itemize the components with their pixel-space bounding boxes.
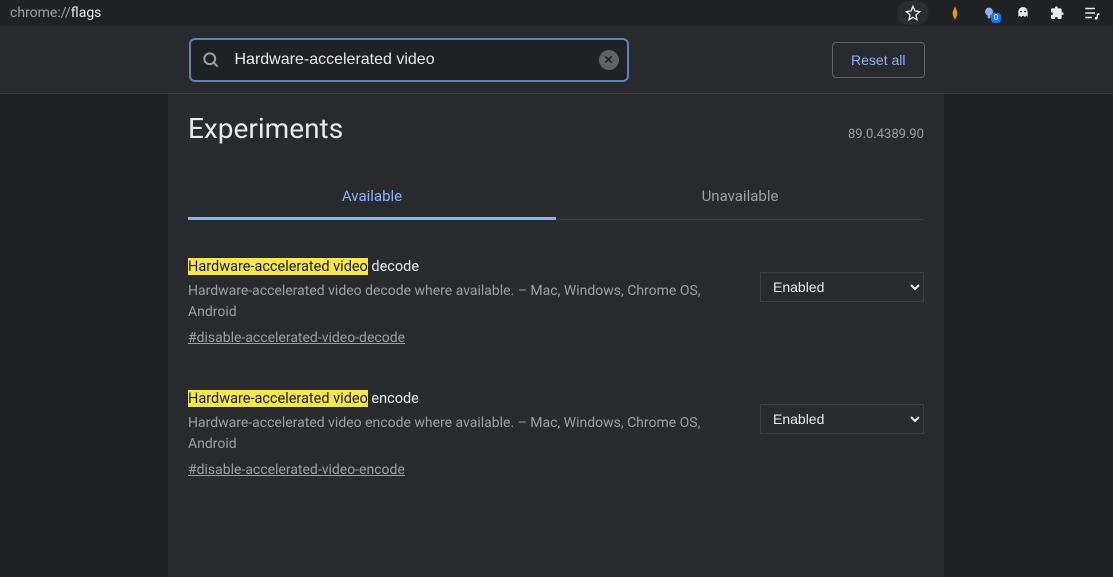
highlight-match: Hardware-accelerated video bbox=[188, 258, 368, 275]
extensions-puzzle-icon[interactable] bbox=[1049, 5, 1065, 21]
address-bar[interactable]: chrome:// flags bbox=[8, 5, 101, 21]
flag-title: Hardware-accelerated video decode bbox=[188, 258, 738, 275]
url-scheme: chrome:// bbox=[10, 5, 71, 21]
flag-text: Hardware-accelerated video decodeHardwar… bbox=[188, 258, 738, 346]
header-band: Reset all bbox=[0, 26, 1113, 94]
flag-hash-link[interactable]: #disable-accelerated-video-decode bbox=[188, 330, 405, 346]
search-container bbox=[189, 38, 629, 82]
extension-blue-icon[interactable]: 0 bbox=[981, 5, 997, 21]
flag-description: Hardware-accelerated video encode where … bbox=[188, 413, 738, 455]
flag-row: Hardware-accelerated video decodeHardwar… bbox=[188, 258, 924, 346]
extension-ghost-icon[interactable] bbox=[1015, 5, 1031, 21]
tab-unavailable[interactable]: Unavailable bbox=[556, 173, 924, 219]
main-panel: Experiments 89.0.4389.90 Available Unava… bbox=[168, 94, 944, 577]
tabs: Available Unavailable bbox=[188, 173, 924, 220]
highlight-match: Hardware-accelerated video bbox=[188, 390, 368, 407]
version-label: 89.0.4389.90 bbox=[848, 127, 924, 142]
extension-orange-icon[interactable] bbox=[947, 5, 963, 21]
search-icon bbox=[201, 50, 221, 70]
url-path: flags bbox=[71, 5, 102, 21]
page-title: Experiments bbox=[188, 112, 343, 145]
reset-all-button[interactable]: Reset all bbox=[832, 42, 924, 78]
flag-title: Hardware-accelerated video encode bbox=[188, 390, 738, 407]
flag-hash-link[interactable]: #disable-accelerated-video-encode bbox=[188, 462, 405, 478]
browser-right-icons: 0 bbox=[897, 1, 1105, 25]
flag-text: Hardware-accelerated video encodeHardwar… bbox=[188, 390, 738, 478]
flags-list: Hardware-accelerated video decodeHardwar… bbox=[188, 258, 924, 478]
tab-available[interactable]: Available bbox=[188, 173, 556, 219]
browser-omnibox-bar: chrome:// flags 0 bbox=[0, 0, 1113, 26]
bookmark-star-icon[interactable] bbox=[897, 1, 929, 25]
flag-state-select[interactable]: DefaultEnabledDisabled bbox=[760, 404, 924, 434]
flag-row: Hardware-accelerated video encodeHardwar… bbox=[188, 390, 924, 478]
playlist-icon[interactable] bbox=[1083, 4, 1101, 22]
flag-description: Hardware-accelerated video decode where … bbox=[188, 281, 738, 323]
flag-state-select[interactable]: DefaultEnabledDisabled bbox=[760, 272, 924, 302]
search-input[interactable] bbox=[189, 38, 629, 82]
clear-search-icon[interactable] bbox=[599, 50, 619, 70]
notification-badge: 0 bbox=[991, 13, 1001, 23]
